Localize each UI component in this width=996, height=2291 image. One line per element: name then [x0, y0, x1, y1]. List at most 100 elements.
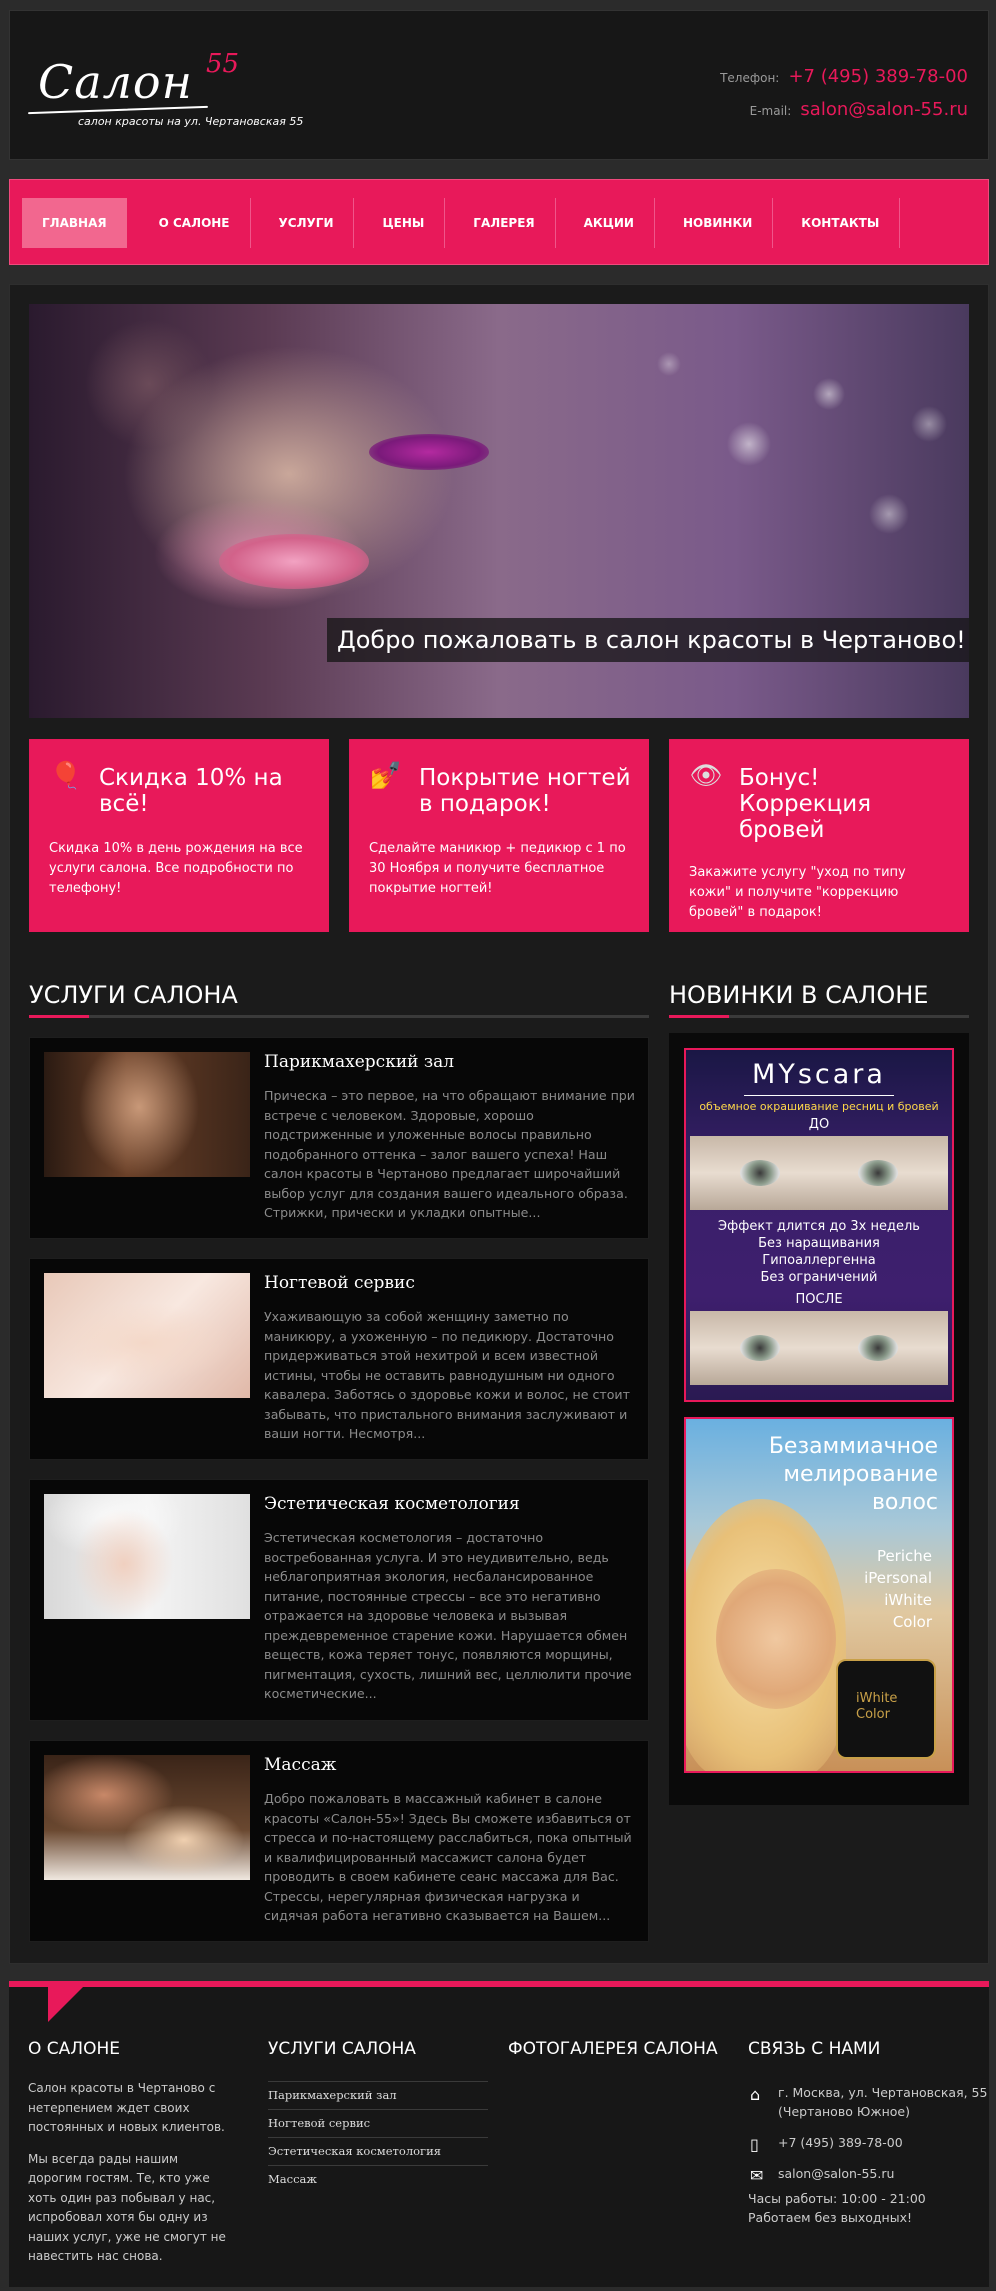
banner-brand: MYscara [744, 1056, 894, 1096]
logo-subtitle: салон красоты на ул. Чертановская 55 [78, 115, 304, 128]
promo-card[interactable]: 💅 Покрытие ногтей в подарок! Сделайте ма… [349, 739, 649, 932]
service-image-cosmetology[interactable] [44, 1494, 250, 1619]
banner-feature: Без ограничений [760, 1270, 878, 1285]
service-title[interactable]: Эстетическая косметология [264, 1494, 520, 1514]
nav-item-promos[interactable]: АКЦИИ [564, 198, 655, 248]
footer-phone: ▯ +7 (495) 389-78-00 [748, 2133, 989, 2154]
service-card[interactable]: Парикмахерский зал Прическа – это первое… [29, 1037, 649, 1239]
footer-phone-text[interactable]: +7 (495) 389-78-00 [778, 2135, 903, 2150]
service-card[interactable]: Ногтевой сервис Ухаживающую за собой жен… [29, 1258, 649, 1460]
envelope-icon: ✉ [750, 2166, 764, 2185]
promo-text: Закажите услугу "уход по типу кожи" и по… [689, 865, 906, 920]
footer-address: ⌂ г. Москва, ул. Чертановская, 55 (Черта… [748, 2083, 989, 2121]
footer-about: О САЛОНЕ Салон красоты в Чертаново с нет… [28, 2039, 228, 2267]
eye-image [858, 1160, 898, 1186]
hero-image-eye [369, 434, 489, 470]
footer-service-link[interactable]: Парикмахерский зал [268, 2081, 488, 2109]
product-jar-label: iWhite Color [856, 1691, 898, 1722]
header-email-row: E-mail: salon@salon-55.ru [720, 99, 968, 120]
banner-title: Безаммиачное мелирование волос [769, 1433, 938, 1517]
footer-email-text[interactable]: salon@salon-55.ru [778, 2166, 894, 2181]
footer-accent-notch [48, 1986, 84, 2022]
main-nav: ГЛАВНАЯ О САЛОНЕ УСЛУГИ ЦЕНЫ ГАЛЕРЕЯ АКЦ… [9, 179, 989, 265]
banner-model-face [716, 1569, 836, 1709]
footer-about-text: Салон красоты в Чертаново с нетерпением … [28, 2081, 225, 2134]
service-title[interactable]: Парикмахерский зал [264, 1052, 454, 1072]
service-image-hair[interactable] [44, 1052, 250, 1177]
banner-brand-item: iWhite [884, 1591, 932, 1609]
header-contacts: Телефон: +7 (495) 389-78-00 E-mail: salo… [720, 66, 968, 132]
nav-item-about[interactable]: О САЛОНЕ [139, 198, 251, 248]
balloons-icon: 🎈 [49, 761, 83, 791]
phone-label: Телефон: [720, 71, 780, 85]
nav-item-news[interactable]: НОВИНКИ [663, 198, 774, 248]
footer-address-text: г. Москва, ул. Чертановская, 55 (Чертано… [778, 2085, 988, 2119]
services-title-underline [29, 1015, 649, 1018]
promo-card[interactable]: 🎈 Скидка 10% на всё! Скидка 10% в день р… [29, 739, 329, 932]
footer-email: ✉ salon@salon-55.ru [748, 2164, 989, 2185]
nav-item-services[interactable]: УСЛУГИ [259, 198, 355, 248]
logo[interactable]: Салон 55 салон красоты на ул. Чертановск… [28, 49, 308, 135]
service-text: Ухаживающую за собой женщину заметно по … [264, 1309, 630, 1441]
nav-item-contacts[interactable]: КОНТАКТЫ [781, 198, 901, 248]
service-text: Прическа – это первое, на что обращают в… [264, 1088, 635, 1220]
footer-days: Работаем без выходных! [748, 2210, 912, 2225]
banner-feature: Гипоаллергенна [762, 1253, 876, 1268]
banner-brand-item: Color [892, 1613, 932, 1631]
phone-link[interactable]: +7 (495) 389-78-00 [788, 66, 968, 87]
myscara-banner[interactable]: MYscara объемное окрашивание ресниц и бр… [684, 1048, 954, 1402]
promo-title: Скидка 10% на всё! [99, 765, 283, 817]
eye-icon: 👁 [689, 761, 723, 791]
promo-title: Бонус! Коррекция бровей [739, 765, 872, 843]
banner-title-line: Безаммиачное [768, 1434, 938, 1459]
nav-item-home[interactable]: ГЛАВНАЯ [22, 198, 127, 248]
footer-contacts-title: СВЯЗЬ С НАМИ [748, 2039, 881, 2059]
nail-polish-icon: 💅 [369, 761, 403, 791]
logo-script: Салон [38, 55, 193, 109]
service-image-nails[interactable] [44, 1273, 250, 1398]
news-section-title: НОВИНКИ В САЛОНЕ [669, 981, 929, 1009]
banner-title-line: волос [871, 1490, 938, 1515]
banner-feature: Эффект длится до 3х недель [718, 1219, 920, 1234]
banner-brand-item: iPersonal [864, 1569, 932, 1587]
footer-about-text: Мы всегда рады нашим дорогим гостям. Те,… [28, 2151, 226, 2264]
footer-contacts: СВЯЗЬ С НАМИ ⌂ г. Москва, ул. Чертановск… [748, 2039, 989, 2227]
eye-image [740, 1335, 780, 1361]
service-text: Добро пожаловать в массажный кабинет в с… [264, 1791, 632, 1923]
hero-image-lips [219, 534, 369, 589]
footer-gallery-title[interactable]: ФОТОГАЛЕРЕЯ САЛОНА [508, 2039, 718, 2059]
news-title-underline [669, 1015, 969, 1018]
news-sidebar: MYscara объемное окрашивание ресниц и бр… [669, 1033, 969, 1805]
highlighting-banner[interactable]: Безаммиачное мелирование волос Periche i… [684, 1417, 954, 1773]
footer-hours: Часы работы: 10:00 - 21:00 [748, 2191, 926, 2206]
eyes-before-image [690, 1136, 948, 1210]
service-title[interactable]: Массаж [264, 1755, 336, 1775]
footer-service-link[interactable]: Ногтевой сервис [268, 2109, 488, 2137]
site-footer: О САЛОНЕ Салон красоты в Чертаново с нет… [9, 1987, 989, 2287]
eye-image [858, 1335, 898, 1361]
service-image-massage[interactable] [44, 1755, 250, 1880]
banner-title-line: мелирование [783, 1462, 938, 1487]
email-link[interactable]: salon@salon-55.ru [800, 99, 968, 120]
banner-after-label: ПОСЛЕ [795, 1292, 843, 1307]
banner-tagline: объемное окрашивание ресниц и бровей [699, 1100, 939, 1113]
footer-service-link[interactable]: Эстетическая косметология [268, 2137, 488, 2165]
footer-services-list: Парикмахерский зал Ногтевой сервис Эстет… [268, 2081, 488, 2193]
eyes-after-image [690, 1311, 948, 1385]
promo-text: Скидка 10% в день рождения на все услуги… [49, 841, 303, 896]
hero-caption: Добро пожаловать в салон красоты в Черта… [327, 618, 969, 662]
services-section-title: УСЛУГИ САЛОНА [29, 981, 238, 1009]
footer-service-link[interactable]: Массаж [268, 2165, 488, 2193]
mobile-phone-icon: ▯ [750, 2135, 759, 2154]
service-card[interactable]: Эстетическая косметология Эстетическая к… [29, 1479, 649, 1721]
email-label: E-mail: [749, 104, 792, 118]
promo-title: Покрытие ногтей в подарок! [419, 765, 631, 817]
hero-slider[interactable]: Добро пожаловать в салон красоты в Черта… [29, 304, 969, 718]
service-card[interactable]: Массаж Добро пожаловать в массажный каби… [29, 1740, 649, 1942]
nav-item-gallery[interactable]: ГАЛЕРЕЯ [453, 198, 556, 248]
banner-features: Эффект длится до 3х недель Без наращиван… [686, 1218, 952, 1286]
banner-brand-item: Periche [876, 1547, 932, 1565]
service-title[interactable]: Ногтевой сервис [264, 1273, 415, 1293]
promo-card[interactable]: 👁 Бонус! Коррекция бровей Закажите услуг… [669, 739, 969, 932]
nav-item-prices[interactable]: ЦЕНЫ [362, 198, 446, 248]
